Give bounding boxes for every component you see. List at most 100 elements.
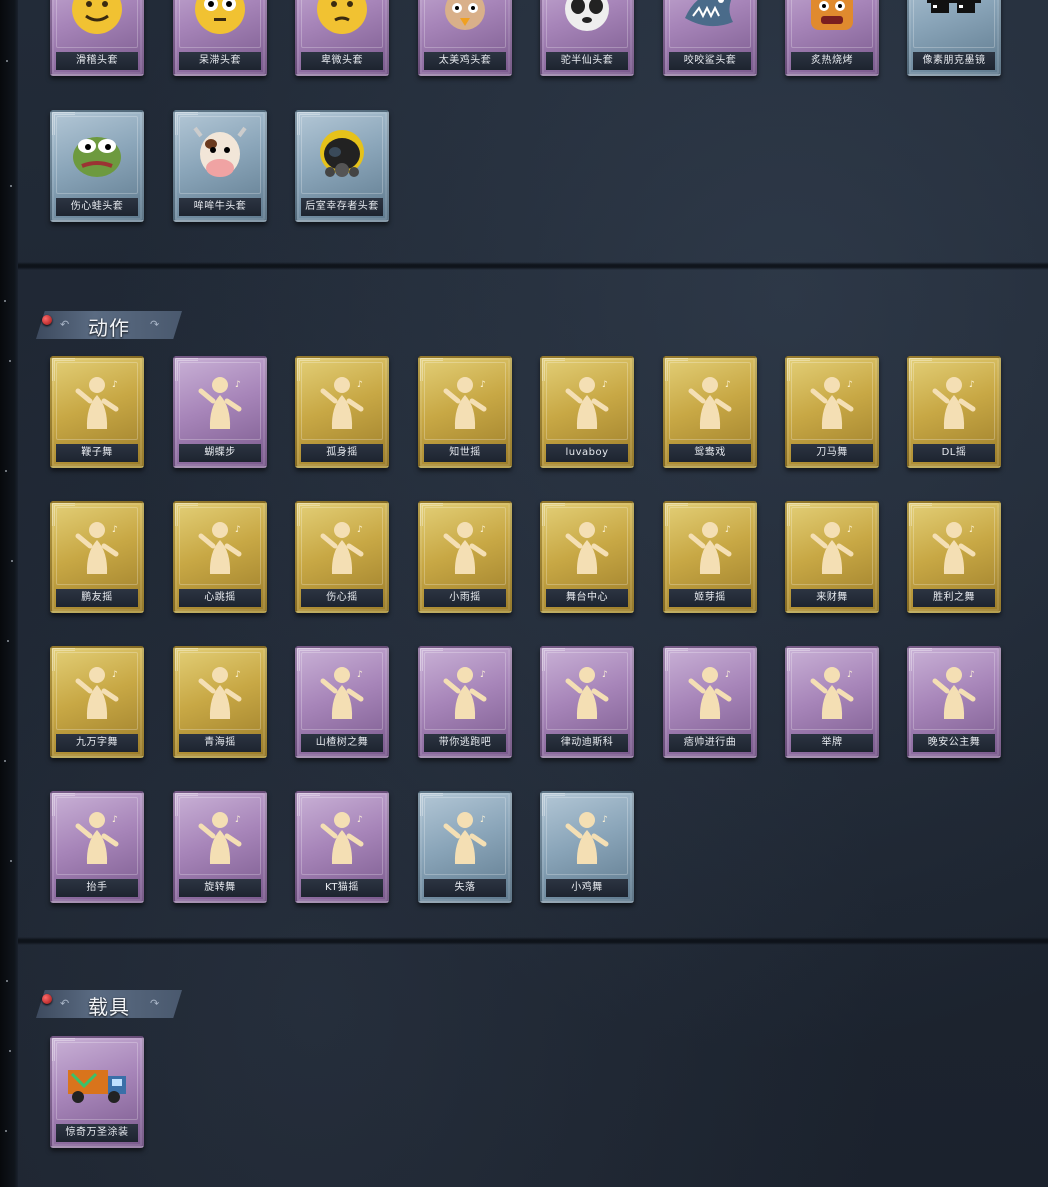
item-card[interactable]: 哞哞牛头套 xyxy=(173,110,267,222)
item-card[interactable]: ♪ 九万字舞 xyxy=(50,646,144,758)
item-card[interactable]: ♪ 律动迪斯科 xyxy=(540,646,634,758)
item-card[interactable]: ♪ 旋转舞 xyxy=(173,791,267,903)
item-card-label: 胜利之舞 xyxy=(913,589,995,607)
item-card[interactable]: ♪ DL摇 xyxy=(907,356,1001,468)
svg-text:♪: ♪ xyxy=(235,380,241,390)
item-card[interactable]: ♪ KT猫摇 xyxy=(295,791,389,903)
dance-emote-icon: ♪ xyxy=(185,801,255,871)
curl-ornament-icon: ↶ xyxy=(60,318,70,331)
item-card-label: 心跳摇 xyxy=(179,589,261,607)
dance-emote-icon: ♪ xyxy=(552,366,622,436)
item-card[interactable]: ♪ 鞭子舞 xyxy=(50,356,144,468)
dance-emote-icon: ♪ xyxy=(797,366,867,436)
item-card[interactable]: 太美鸡头套 xyxy=(418,0,512,76)
svg-text:♪: ♪ xyxy=(357,670,363,680)
item-card-label: 九万字舞 xyxy=(56,734,138,752)
item-card[interactable]: ♪ 胜利之舞 xyxy=(907,501,1001,613)
svg-text:♪: ♪ xyxy=(235,670,241,680)
item-card[interactable]: 呆滞头套 xyxy=(173,0,267,76)
svg-text:♪: ♪ xyxy=(847,380,853,390)
item-card[interactable]: ♪ 知世摇 xyxy=(418,356,512,468)
dance-emote-icon: ♪ xyxy=(430,366,500,436)
actions-section-title: 动作 xyxy=(88,316,130,340)
item-card[interactable]: ♪ 痞帅进行曲 xyxy=(663,646,757,758)
item-card[interactable]: 卑微头套 xyxy=(295,0,389,76)
dance-emote-icon: ♪ xyxy=(307,656,377,726)
toast-face-head-icon xyxy=(797,0,867,44)
dance-emote-icon: ♪ xyxy=(919,656,989,726)
item-card[interactable]: ♪ 小雨摇 xyxy=(418,501,512,613)
svg-text:♪: ♪ xyxy=(112,525,118,535)
item-card[interactable]: 滑稽头套 xyxy=(50,0,144,76)
svg-text:♪: ♪ xyxy=(602,380,608,390)
gas-mask-helmet-icon xyxy=(307,120,377,190)
item-card[interactable]: ♪ 心跳摇 xyxy=(173,501,267,613)
item-card-label: 伤心蛙头套 xyxy=(56,198,138,216)
dance-emote-icon: ♪ xyxy=(307,511,377,581)
item-card[interactable]: ♪ luvaboy xyxy=(540,356,634,468)
item-card-label: DL摇 xyxy=(913,444,995,462)
item-card-label: 晚安公主舞 xyxy=(913,734,995,752)
curl-ornament-icon: ↷ xyxy=(150,318,160,331)
item-card-label: 山楂树之舞 xyxy=(301,734,383,752)
vehicles-section-title: 载具 xyxy=(88,995,130,1019)
shark-head-icon xyxy=(675,0,745,44)
item-card[interactable]: ♪ 舞台中心 xyxy=(540,501,634,613)
item-card[interactable]: 惊奇万圣涂装 xyxy=(50,1036,144,1148)
item-card[interactable]: ♪ 晚安公主舞 xyxy=(907,646,1001,758)
item-card[interactable]: 驼半仙头套 xyxy=(540,0,634,76)
dance-emote-icon: ♪ xyxy=(797,511,867,581)
item-card[interactable]: 像素朋克墨镜 xyxy=(907,0,1001,76)
svg-text:♪: ♪ xyxy=(847,670,853,680)
item-card-label: 小鸡舞 xyxy=(546,879,628,897)
item-card[interactable]: ♪ 小鸡舞 xyxy=(540,791,634,903)
item-card-label: 律动迪斯科 xyxy=(546,734,628,752)
svg-text:♪: ♪ xyxy=(725,670,731,680)
item-card[interactable]: ♪ 刀马舞 xyxy=(785,356,879,468)
item-card-label: 抬手 xyxy=(56,879,138,897)
item-card-label: 惊奇万圣涂装 xyxy=(56,1124,138,1142)
dance-emote-icon: ♪ xyxy=(185,366,255,436)
svg-text:♪: ♪ xyxy=(969,525,975,535)
item-card[interactable]: ♪ 鸳鸯戏 xyxy=(663,356,757,468)
item-card-label: 痞帅进行曲 xyxy=(669,734,751,752)
dance-emote-icon: ♪ xyxy=(919,366,989,436)
item-card[interactable]: ♪ 姬芽摇 xyxy=(663,501,757,613)
item-card[interactable]: ♪ 失落 xyxy=(418,791,512,903)
svg-text:♪: ♪ xyxy=(480,815,486,825)
panda-head-icon xyxy=(552,0,622,44)
item-card[interactable]: ♪ 举牌 xyxy=(785,646,879,758)
item-card-label: 姬芽摇 xyxy=(669,589,751,607)
item-card-label: 哞哞牛头套 xyxy=(179,198,261,216)
item-card[interactable]: ♪ 山楂树之舞 xyxy=(295,646,389,758)
dance-emote-icon: ♪ xyxy=(430,656,500,726)
item-card[interactable]: 后室幸存者头套 xyxy=(295,110,389,222)
item-card-label: 刀马舞 xyxy=(791,444,873,462)
item-card-label: 小雨摇 xyxy=(424,589,506,607)
pin-icon xyxy=(42,994,52,1004)
halloween-truck-icon xyxy=(62,1046,132,1116)
item-card[interactable]: ♪ 孤身摇 xyxy=(295,356,389,468)
item-card[interactable]: ♪ 青海摇 xyxy=(173,646,267,758)
cow-head-icon xyxy=(185,120,255,190)
svg-text:♪: ♪ xyxy=(480,380,486,390)
item-card[interactable]: ♪ 伤心摇 xyxy=(295,501,389,613)
item-card-label: 旋转舞 xyxy=(179,879,261,897)
item-card[interactable]: ♪ 抬手 xyxy=(50,791,144,903)
item-card-label: 舞台中心 xyxy=(546,589,628,607)
item-card[interactable]: 伤心蛙头套 xyxy=(50,110,144,222)
dance-emote-icon: ♪ xyxy=(307,366,377,436)
section-divider xyxy=(18,262,1048,270)
smirk-face-head-icon xyxy=(62,0,132,44)
item-card[interactable]: ♪ 带你逃跑吧 xyxy=(418,646,512,758)
item-card[interactable]: ♪ 来财舞 xyxy=(785,501,879,613)
svg-text:♪: ♪ xyxy=(969,670,975,680)
item-card-label: 咬咬鲨头套 xyxy=(669,52,751,70)
item-card-label: 来财舞 xyxy=(791,589,873,607)
item-card[interactable]: 炙热烧烤 xyxy=(785,0,879,76)
item-card[interactable]: ♪ 鹏友摇 xyxy=(50,501,144,613)
item-card-label: 伤心摇 xyxy=(301,589,383,607)
item-card[interactable]: 咬咬鲨头套 xyxy=(663,0,757,76)
item-card[interactable]: ♪ 蝴蝶步 xyxy=(173,356,267,468)
svg-text:♪: ♪ xyxy=(602,670,608,680)
